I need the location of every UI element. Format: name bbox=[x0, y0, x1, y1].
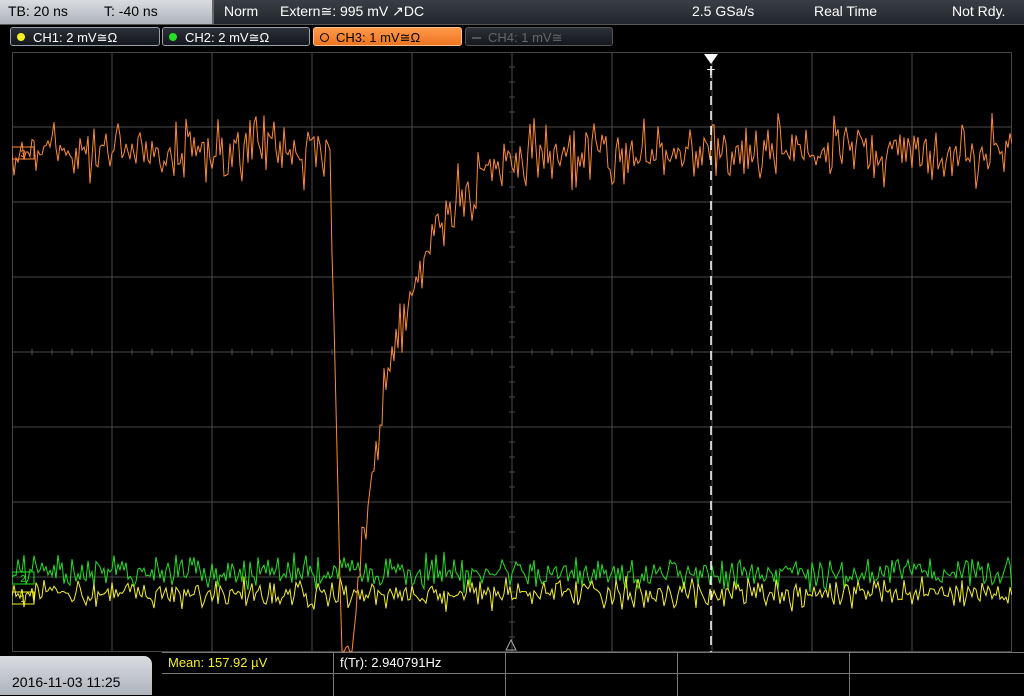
trigger-source[interactable]: Extern≅: 995 mV ↗DC bbox=[280, 3, 424, 20]
channel-1-indicator-icon bbox=[17, 33, 25, 41]
channel-3-indicator-icon bbox=[320, 33, 329, 42]
timebase-box[interactable]: TB: 20 ns T: -40 ns bbox=[0, 0, 214, 24]
trigger-time-value[interactable]: T: -40 ns bbox=[104, 3, 158, 19]
horizontal-center-icon bbox=[505, 638, 517, 651]
channel-4-indicator-icon bbox=[472, 37, 481, 39]
acquisition-mode[interactable]: Real Time bbox=[814, 3, 877, 19]
mean-measurement: Mean: 157.92 µV bbox=[168, 655, 268, 670]
measurement-cell-10[interactable] bbox=[850, 674, 1024, 696]
bottom-bar: 2016-11-03 11:25 Mean: 157.92 µV f(Tr): … bbox=[0, 652, 1024, 696]
graticule bbox=[12, 52, 1012, 652]
frequency-cell[interactable]: f(Tr): 2.940791Hz bbox=[334, 653, 506, 674]
trigger-marker-icon[interactable] bbox=[704, 54, 718, 64]
trigger-marker-label: T bbox=[707, 66, 715, 81]
channel-3-button[interactable]: CH3: 1 mV≅Ω bbox=[313, 27, 462, 46]
measurement-cell-4[interactable] bbox=[678, 653, 850, 674]
measurement-cell-8[interactable] bbox=[506, 674, 678, 696]
timebase-value[interactable]: TB: 20 ns bbox=[8, 3, 68, 19]
trigger-frequency: f(Tr): 2.940791Hz bbox=[340, 655, 442, 670]
measurement-panel[interactable]: Mean: 157.92 µV f(Tr): 2.940791Hz bbox=[162, 652, 1024, 696]
measurement-cell-9[interactable] bbox=[678, 674, 850, 696]
measurement-cell-3[interactable] bbox=[506, 653, 678, 674]
sample-rate[interactable]: 2.5 GSa/s bbox=[692, 3, 754, 19]
trigger-mode[interactable]: Norm bbox=[224, 3, 258, 19]
channel-bar: CH1: 2 mV≅Ω CH2: 2 mV≅Ω CH3: 1 mV≅Ω CH4:… bbox=[0, 25, 1024, 50]
channel-4-label: CH4: 1 mV≅ bbox=[488, 30, 563, 45]
channel-2-indicator-icon bbox=[169, 33, 177, 41]
measurement-cell-7[interactable] bbox=[334, 674, 506, 696]
acquisition-status: Not Rdy. bbox=[952, 3, 1006, 19]
measurement-cell-6[interactable] bbox=[162, 674, 334, 696]
mean-cell[interactable]: Mean: 157.92 µV bbox=[162, 653, 334, 674]
status-bar: TB: 20 ns T: -40 ns Norm Extern≅: 995 mV… bbox=[0, 0, 1024, 25]
channel-2-reference-label: 2 bbox=[20, 574, 26, 585]
channel-2-label: CH2: 2 mV≅Ω bbox=[185, 30, 270, 45]
channel-3-reference-label: 3 bbox=[20, 149, 26, 160]
channel-4-button[interactable]: CH4: 1 mV≅ bbox=[465, 27, 613, 46]
measurement-cell-5[interactable] bbox=[850, 653, 1024, 674]
datetime-box[interactable]: 2016-11-03 11:25 bbox=[0, 656, 152, 695]
channel-1-reference-label: 1 bbox=[20, 594, 26, 605]
waveform-plot[interactable]: T 3 2 1 bbox=[12, 52, 1012, 652]
channel-3-label: CH3: 1 mV≅Ω bbox=[336, 30, 421, 45]
channel-1-label: CH1: 2 mV≅Ω bbox=[33, 30, 118, 45]
datetime-value: 2016-11-03 11:25 bbox=[12, 674, 121, 690]
channel-2-reference-marker[interactable]: 2 bbox=[12, 571, 35, 585]
channel-2-button[interactable]: CH2: 2 mV≅Ω bbox=[162, 27, 310, 46]
channel-1-button[interactable]: CH1: 2 mV≅Ω bbox=[10, 27, 160, 46]
